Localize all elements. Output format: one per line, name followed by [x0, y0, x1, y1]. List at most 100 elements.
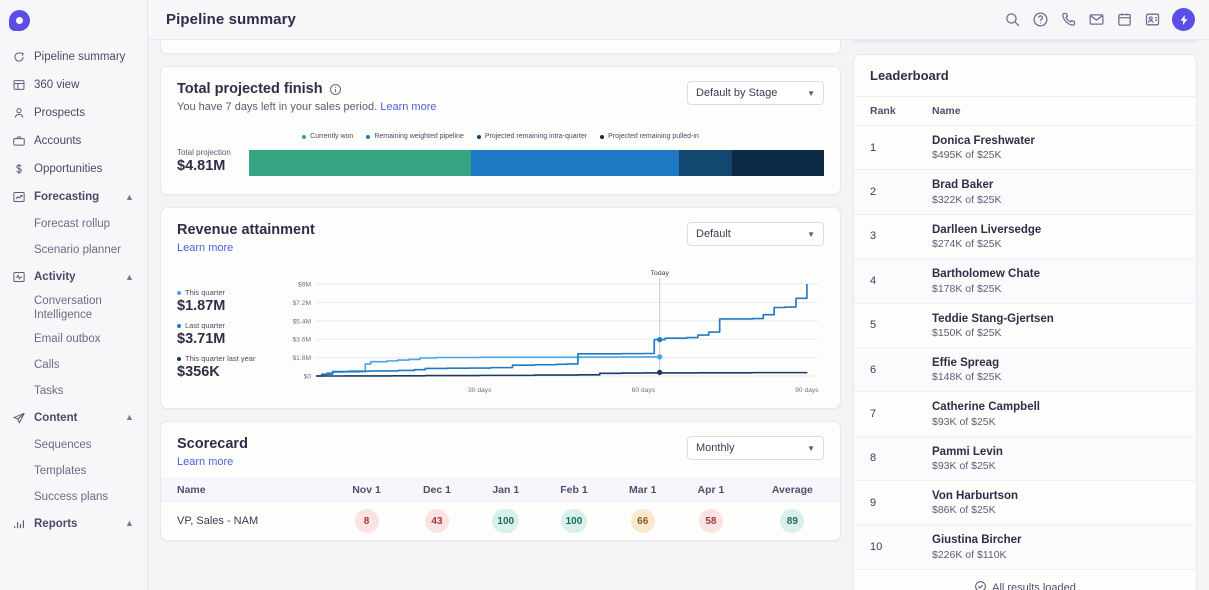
scorecard-column-header: Apr 1 — [677, 478, 745, 502]
leaderboard-amount: $495K of $25K — [932, 149, 1002, 162]
contact-card-icon[interactable] — [1144, 11, 1161, 28]
leaderboard-row[interactable]: 10 Giustina Bircher $226K of $110K — [854, 525, 1196, 570]
tpf-subtitle-text: You have 7 days left in your sales perio… — [177, 101, 378, 113]
ra-learn-more-link[interactable]: Learn more — [177, 242, 233, 254]
sidebar-subitem-label: Email outbox — [34, 332, 101, 345]
leaderboard-rank: 4 — [870, 274, 877, 287]
sidebar-item-label: 360 view — [34, 79, 80, 91]
leaderboard-row[interactable]: 5 Teddie Stang-Gjertsen $150K of $25K — [854, 304, 1196, 348]
envelope-icon[interactable] — [1088, 11, 1105, 28]
svg-text:$3.6M: $3.6M — [292, 337, 311, 344]
leaderboard-name: Brad Baker — [932, 179, 994, 192]
sidebar-item-prospects[interactable]: Prospects — [0, 99, 147, 127]
leaderboard-info: Pammi Levin $93K of $25K — [932, 445, 1003, 472]
leaderboard-row[interactable]: 9 Von Harburtson $86K of $25K — [854, 481, 1196, 526]
tpf-learn-more-link[interactable]: Learn more — [380, 101, 436, 113]
tpf-legend-label: Currently won — [310, 133, 354, 140]
chevron-up-icon[interactable]: ▲ — [125, 519, 137, 528]
leaderboard-row[interactable]: 8 Pammi Levin $93K of $25K — [854, 436, 1196, 481]
sc-select-value: Monthly — [696, 442, 735, 454]
sidebar-item-label: Activity — [34, 271, 76, 283]
sidebar-subitem-tasks[interactable]: Tasks — [0, 378, 147, 404]
sidebar-item-activity[interactable]: Activity ▲ — [0, 263, 147, 291]
sc-learn-more-link[interactable]: Learn more — [177, 456, 233, 468]
leaderboard-row[interactable]: 3 Darlleen Liversedge $274K of $25K — [854, 215, 1196, 260]
tpf-bar-segment[interactable] — [249, 150, 471, 176]
info-icon[interactable] — [329, 83, 342, 96]
table-row[interactable]: VP, Sales - NAM 8 43 100 100 66 58 89 — [161, 502, 840, 541]
chevron-up-icon[interactable]: ▲ — [125, 413, 137, 422]
leaderboard-title: Leaderboard — [854, 55, 1196, 97]
sidebar-item-content[interactable]: Content ▲ — [0, 404, 147, 432]
leaderboard-rank: 2 — [870, 186, 877, 199]
sidebar-subitem-sequences[interactable]: Sequences — [0, 432, 147, 458]
legend-dot-icon — [302, 134, 307, 139]
scorecard-head: Name Nov 1 Dec 1 Jan 1 Feb 1 Mar 1 Apr 1 Averag… — [161, 478, 840, 502]
leaderboard-rank: 7 — [870, 407, 877, 420]
ra-legend-label: Last quarter — [185, 321, 226, 330]
phone-icon[interactable] — [1060, 11, 1077, 28]
content-area: Total projected finish You have 7 days l… — [148, 40, 1209, 590]
sidebar-item-forecasting[interactable]: Forecasting ▲ — [0, 183, 147, 211]
sidebar-subitem-success-plans[interactable]: Success plans — [0, 484, 147, 510]
tpf-bar-segment[interactable] — [470, 150, 679, 176]
revenue-attainment-chart[interactable]: $0 $1.8M $3.6M $5.4M $7.2M $9M 30 days 60 days 9… — [277, 266, 824, 398]
chevron-up-icon[interactable]: ▲ — [125, 272, 137, 282]
tpf-title-row: Total projected finish — [177, 81, 437, 97]
score-pill: 100 — [560, 509, 588, 533]
tpf-header: Total projected finish You have 7 days l… — [161, 67, 840, 113]
sidebar-subitem-email-outbox[interactable]: Email outbox — [0, 326, 147, 352]
leaderboard-row[interactable]: 7 Catherine Campbell $93K of $25K — [854, 392, 1196, 437]
scorecard-card: Scorecard Learn more Monthly ▼ Name Nov 1… — [160, 421, 841, 541]
leaderboard-row[interactable]: 4 Bartholomew Chate $178K of $25K — [854, 259, 1196, 304]
sidebar-item-label: Content — [34, 411, 78, 424]
svg-text:$5.4M: $5.4M — [292, 318, 311, 325]
scorecard-column-header: Jan 1 — [471, 478, 540, 502]
ra-select[interactable]: Default ▼ — [687, 222, 824, 246]
sidebar-subitem-conversation-intelligence[interactable]: Conversation Intelligence — [0, 291, 147, 326]
lightning-bolt-icon[interactable] — [1172, 8, 1195, 31]
tpf-stacked-bar[interactable] — [249, 150, 824, 176]
leaderboard-row[interactable]: 2 Brad Baker $322K of $25K — [854, 170, 1196, 215]
calendar-icon[interactable] — [1116, 11, 1133, 28]
leaderboard-name: Pammi Levin — [932, 445, 1003, 458]
sidebar-subitem-scenario-planner[interactable]: Scenario planner — [0, 237, 147, 263]
left-column: Total projected finish You have 7 days l… — [160, 40, 841, 590]
tpf-select[interactable]: Default by Stage ▼ — [687, 81, 824, 105]
scorecard-column-header: Nov 1 — [331, 478, 403, 502]
leaderboard-row[interactable]: 1 Donica Freshwater $495K of $25K — [854, 126, 1196, 171]
leaderboard-name: Von Harburtson — [932, 490, 1019, 502]
ra-legend-value: $3.71M — [177, 331, 226, 347]
chevron-up-icon[interactable]: ▲ — [125, 192, 137, 202]
tpf-bar-segment[interactable] — [731, 150, 824, 176]
sidebar-subitem-label: Conversation Intelligence — [34, 295, 102, 322]
briefcase-icon — [12, 134, 34, 148]
sidebar-subitem-calls[interactable]: Calls — [0, 352, 147, 378]
sidebar-item-label: Opportunities — [34, 163, 103, 175]
sidebar-item-opportunities[interactable]: Opportunities — [0, 155, 147, 183]
app-logo[interactable] — [0, 0, 147, 40]
search-icon[interactable] — [1004, 11, 1021, 28]
sidebar-item-360-view[interactable]: 360 view — [0, 71, 147, 99]
leaderboard-rank: 5 — [870, 319, 877, 332]
help-circle-icon[interactable] — [1032, 11, 1049, 28]
leaderboard-info: Catherine Campbell $93K of $25K — [932, 400, 1040, 427]
leaderboard-info: Teddie Stang-Gjertsen $150K of $25K — [932, 312, 1054, 339]
tpf-legend-item: Projected remaining intra-quarter — [476, 133, 587, 140]
sidebar-item-reports[interactable]: Reports ▲ — [0, 510, 147, 538]
scorecard-cell: 66 — [608, 502, 677, 541]
leaderboard-row[interactable]: 6 Effie Spreag $148K of $25K — [854, 347, 1196, 393]
leaderboard-info: Bartholomew Chate $178K of $25K — [932, 267, 1040, 294]
scorecard-body: VP, Sales - NAM 8 43 100 100 66 58 89 — [161, 502, 840, 541]
sidebar: Pipeline summary 360 view Prospects Account… — [0, 0, 148, 590]
sidebar-item-accounts[interactable]: Accounts — [0, 127, 147, 155]
sidebar-item-pipeline-summary[interactable]: Pipeline summary — [0, 43, 147, 71]
sc-select[interactable]: Monthly ▼ — [687, 436, 824, 460]
sidebar-item-label: Accounts — [34, 135, 82, 147]
sidebar-nav: Pipeline summary 360 view Prospects Account… — [0, 40, 147, 538]
sidebar-subitem-forecast-rollup[interactable]: Forecast rollup — [0, 211, 147, 237]
sidebar-subitem-templates[interactable]: Templates — [0, 458, 147, 484]
ra-legend-value: $356K — [177, 364, 220, 380]
tpf-bar-segment[interactable] — [678, 150, 732, 176]
scorecard-table: Name Nov 1 Dec 1 Jan 1 Feb 1 Mar 1 Apr 1 Averag… — [161, 478, 840, 540]
